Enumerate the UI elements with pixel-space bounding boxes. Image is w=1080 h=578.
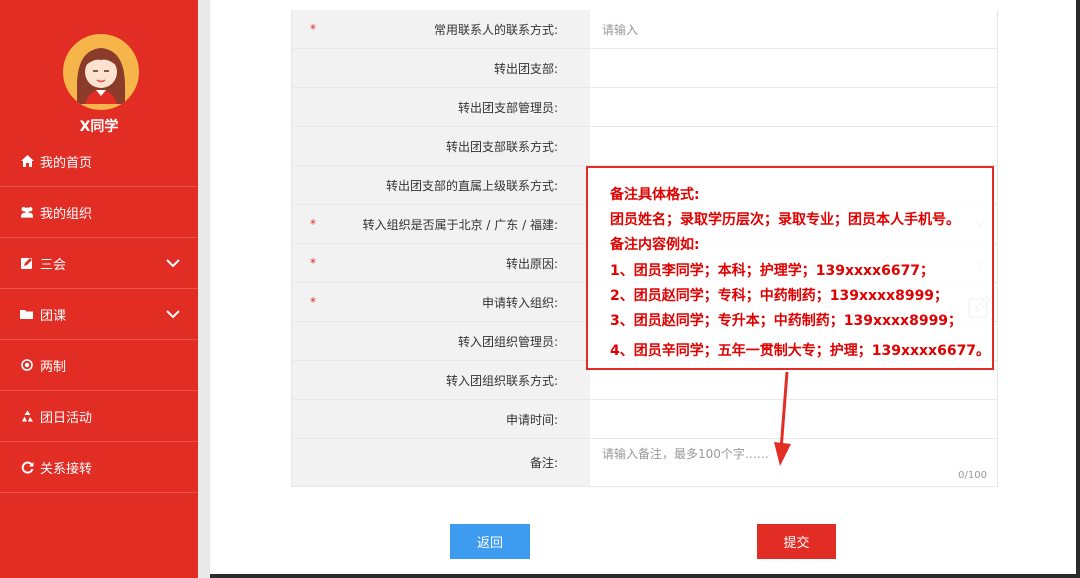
note-line: 2、团员赵同学；专科；中药制药；139xxxx8999； xyxy=(610,288,949,304)
window-edge xyxy=(210,574,1076,578)
sidebar-item-label: 我的首页 xyxy=(40,155,93,171)
refresh-icon xyxy=(20,460,34,474)
form-label: 转入团组织联系方式: xyxy=(292,361,590,399)
field-label: 转出团支部管理员: xyxy=(457,100,558,115)
required-mark: * xyxy=(310,256,316,270)
back-button[interactable]: 返回 xyxy=(450,524,530,559)
field-label: 转出团支部联系方式: xyxy=(445,139,558,154)
field-label: 转出团支部: xyxy=(493,61,558,76)
annotation-arrow-icon xyxy=(774,371,791,466)
note-line: 4、团员辛同学；五年一贯制大专；护理；139xxxx6677。 xyxy=(610,343,991,359)
form-row-out-branch-admin: 转出团支部管理员: xyxy=(292,88,997,127)
sidebar-item-label: 团日活动 xyxy=(40,410,93,426)
char-counter: 0/100 xyxy=(958,470,987,481)
folder-icon xyxy=(20,307,34,321)
note-line: 备注内容例如: xyxy=(610,237,700,253)
field-label: 备注: xyxy=(529,456,558,470)
username: X同学 xyxy=(79,119,119,135)
field-label: 转出团支部的直属上级联系方式: xyxy=(385,178,558,193)
field-label: 申请转入组织: xyxy=(481,295,558,310)
sidebar: X同学 我的首页 我的组织 三会 团课 两制 团日活动 关系接转 xyxy=(0,0,198,578)
sidebar-menu: 我的首页 我的组织 三会 团课 两制 团日活动 关系接转 xyxy=(0,136,198,493)
out-branch-admin-value xyxy=(590,88,997,126)
form-label: 申请时间: xyxy=(292,400,590,438)
form-label: 转出团支部管理员: xyxy=(292,88,590,126)
field-label: 申请时间: xyxy=(505,412,558,427)
required-mark: * xyxy=(310,22,316,36)
form-row-remark: 备注: 请输入备注，最多100个字…… 0/100 xyxy=(292,439,997,486)
field-label: 转入团组织联系方式: xyxy=(445,373,558,388)
required-mark: * xyxy=(310,217,316,231)
form-label: * 转入组织是否属于北京 / 广东 / 福建: xyxy=(292,205,590,243)
note-line: 1、团员李同学；本科；护理学；139xxxx6677； xyxy=(610,263,935,279)
form-label: 转出团支部: xyxy=(292,49,590,87)
form-row-out-branch: 转出团支部: xyxy=(292,49,997,88)
out-branch-value xyxy=(590,49,997,87)
circle-dot-icon xyxy=(20,358,34,372)
note-line: 3、团员赵同学；专升本；中药制药；139xxxx8999； xyxy=(610,313,963,329)
remark-format-annotation: 备注具体格式: 团员姓名；录取学历层次；录取专业；团员本人手机号。 备注内容例如… xyxy=(586,166,994,370)
edit-icon xyxy=(20,256,34,270)
field-label: 转入团组织管理员: xyxy=(457,334,558,349)
sidebar-item-two-systems[interactable]: 两制 xyxy=(0,340,198,391)
note-line: 团员姓名；录取学历层次；录取专业；团员本人手机号。 xyxy=(610,212,960,228)
sidebar-item-home[interactable]: 我的首页 xyxy=(0,136,198,187)
field-label: 常用联系人的联系方式: xyxy=(433,22,558,37)
form-label: * 转出原因: xyxy=(292,244,590,282)
contact-placeholder: 请输入 xyxy=(602,22,639,37)
form-label: 转出团支部联系方式: xyxy=(292,127,590,165)
recycle-icon xyxy=(20,409,34,423)
form-row-apply-time: 申请时间: xyxy=(292,400,997,439)
sidebar-item-label: 三会 xyxy=(40,257,67,273)
form-label: * 申请转入组织: xyxy=(292,283,590,321)
form-label: * 常用联系人的联系方式: xyxy=(292,10,590,48)
sidebar-item-relation-transfer[interactable]: 关系接转 xyxy=(0,442,198,493)
sidebar-item-label: 我的组织 xyxy=(40,206,93,222)
sidebar-item-label: 团课 xyxy=(40,308,67,324)
required-mark: * xyxy=(310,295,316,309)
field-label: 转入组织是否属于北京 / 广东 / 福建: xyxy=(362,217,558,232)
remark-placeholder: 请输入备注，最多100个字…… xyxy=(602,447,769,461)
note-line: 备注具体格式: xyxy=(610,187,700,203)
home-icon xyxy=(20,154,34,168)
sidebar-item-league-day[interactable]: 团日活动 xyxy=(0,391,198,442)
out-branch-contact-value xyxy=(590,127,997,165)
users-icon xyxy=(20,205,34,219)
main-content: * 常用联系人的联系方式: 请输入 转出团支部: 转出团支部管理员: 转出团支部联… xyxy=(210,0,1076,578)
form-label: 转入团组织管理员: xyxy=(292,322,590,360)
user-avatar[interactable] xyxy=(63,34,139,110)
window-edge xyxy=(1076,0,1080,578)
form-label: 备注: xyxy=(292,439,590,486)
field-label: 转出原因: xyxy=(505,256,558,271)
sidebar-item-organization[interactable]: 我的组织 xyxy=(0,187,198,238)
form-label: 转出团支部的直属上级联系方式: xyxy=(292,166,590,204)
sidebar-item-league-class[interactable]: 团课 xyxy=(0,289,198,340)
sidebar-item-label: 两制 xyxy=(40,359,67,375)
sidebar-item-three-meetings[interactable]: 三会 xyxy=(0,238,198,289)
form-row-contact: * 常用联系人的联系方式: 请输入 xyxy=(292,10,997,49)
sidebar-gutter xyxy=(198,0,210,578)
chevron-down-icon[interactable] xyxy=(166,256,180,271)
chevron-down-icon[interactable] xyxy=(166,307,180,322)
contact-input[interactable]: 请输入 xyxy=(590,10,997,48)
submit-button[interactable]: 提交 xyxy=(757,524,836,559)
form-row-out-branch-contact: 转出团支部联系方式: xyxy=(292,127,997,166)
sidebar-item-label: 关系接转 xyxy=(40,461,93,477)
